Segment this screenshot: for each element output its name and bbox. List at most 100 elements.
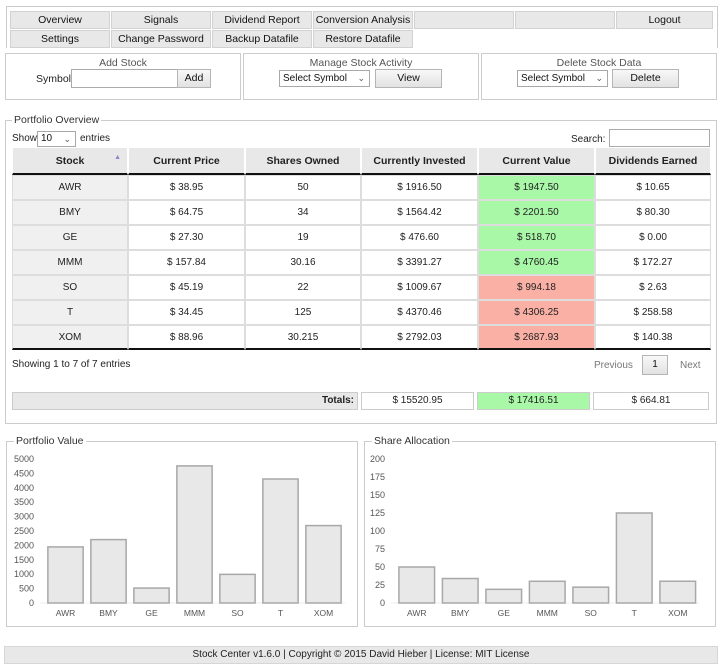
y-tick-label: 150 xyxy=(370,490,385,500)
y-tick-label: 1500 xyxy=(14,555,34,565)
table-row[interactable]: MMM $ 157.84 30.16 $ 3391.27 $ 4760.45 $ 172.… xyxy=(12,250,711,275)
currently-invested-cell: $ 4370.46 xyxy=(361,300,478,325)
column-header-dividends-earned[interactable]: Dividends Earned xyxy=(595,147,711,175)
table-row[interactable]: AWR $ 38.95 50 $ 1916.50 $ 1947.50 $ 10.65 xyxy=(12,175,711,200)
show-label: Show xyxy=(12,133,38,144)
bar-xom[interactable] xyxy=(305,524,342,604)
bar-mmm[interactable] xyxy=(176,465,213,604)
delete-button[interactable]: Delete xyxy=(612,69,679,88)
y-tick-label: 1000 xyxy=(14,569,34,579)
currently-invested-cell: $ 476.60 xyxy=(361,225,478,250)
column-header-current-price[interactable]: Current Price xyxy=(128,147,245,175)
y-tick-label: 0 xyxy=(29,598,34,608)
bar-xom[interactable] xyxy=(659,580,697,604)
nav-empty-1 xyxy=(414,11,514,29)
delete-data-title: Delete Stock Data xyxy=(556,57,642,69)
y-tick-label: 0 xyxy=(380,598,385,608)
delete-symbol-select[interactable]: Select Symbol ⌄ xyxy=(517,70,608,87)
nav-backup-datafile[interactable]: Backup Datafile xyxy=(212,30,312,48)
x-tick-label: BMY xyxy=(451,608,470,618)
column-header-shares-owned[interactable]: Shares Owned xyxy=(245,147,361,175)
nav-logout[interactable]: Logout xyxy=(616,11,713,29)
stock-cell: T xyxy=(12,300,128,325)
y-tick-label: 75 xyxy=(375,544,385,554)
current-value-cell: $ 4306.25 xyxy=(478,300,595,325)
x-tick-label: XOM xyxy=(668,608,687,618)
table-row[interactable]: SO $ 45.19 22 $ 1009.67 $ 994.18 $ 2.63 xyxy=(12,275,711,300)
column-header-stock[interactable]: Stock ▲ xyxy=(12,147,128,175)
view-button[interactable]: View xyxy=(375,69,442,88)
nav-empty-2 xyxy=(515,11,615,29)
nav-overview[interactable]: Overview xyxy=(10,11,110,29)
totals-label: Totals: xyxy=(12,392,358,410)
manage-activity-panel: Manage Stock Activity Select Symbol ⌄ Vi… xyxy=(243,53,479,100)
bar-ge[interactable] xyxy=(133,587,170,604)
currently-invested-cell: $ 1009.67 xyxy=(361,275,478,300)
x-tick-label: SO xyxy=(231,608,244,618)
current-value-cell: $ 2201.50 xyxy=(478,200,595,225)
bar-so[interactable] xyxy=(219,573,256,604)
stock-cell: SO xyxy=(12,275,128,300)
currently-invested-cell: $ 1916.50 xyxy=(361,175,478,200)
current-value-cell: $ 1947.50 xyxy=(478,175,595,200)
y-tick-label: 200 xyxy=(370,454,385,464)
table-row[interactable]: BMY $ 64.75 34 $ 1564.42 $ 2201.50 $ 80.30 xyxy=(12,200,711,225)
nav-signals[interactable]: Signals xyxy=(111,11,211,29)
bar-awr[interactable] xyxy=(47,546,84,604)
total-invested: $ 15520.95 xyxy=(361,392,474,410)
manage-symbol-value: Select Symbol xyxy=(283,73,347,84)
symbol-input[interactable] xyxy=(71,69,178,88)
y-tick-label: 2500 xyxy=(14,526,34,536)
shares-owned-cell: 125 xyxy=(245,300,361,325)
footer: Stock Center v1.6.0 | Copyright © 2015 D… xyxy=(4,646,718,664)
y-tick-label: 50 xyxy=(375,562,385,572)
stock-cell: GE xyxy=(12,225,128,250)
y-tick-label: 4000 xyxy=(14,483,34,493)
x-tick-label: GE xyxy=(498,608,511,618)
x-tick-label: AWR xyxy=(407,608,427,618)
bar-ge[interactable] xyxy=(485,588,523,604)
current-price-cell: $ 38.95 xyxy=(128,175,245,200)
bar-bmy[interactable] xyxy=(90,538,127,604)
dividends-earned-cell: $ 10.65 xyxy=(595,175,711,200)
column-header-current-value[interactable]: Current Value xyxy=(478,147,595,175)
portfolio-value-chart: 0 500 1000 1500 2000 2500 3000 3500 4000 4500 5000… xyxy=(14,454,345,618)
y-tick-label: 25 xyxy=(375,580,385,590)
table-row[interactable]: T $ 34.45 125 $ 4370.46 $ 4306.25 $ 258.58 xyxy=(12,300,711,325)
bar-t[interactable] xyxy=(615,512,653,604)
table-row[interactable]: GE $ 27.30 19 $ 476.60 $ 518.70 $ 0.00 xyxy=(12,225,711,250)
nav-settings[interactable]: Settings xyxy=(10,30,110,48)
page-1-button[interactable]: 1 xyxy=(642,355,668,375)
current-value-cell: $ 4760.45 xyxy=(478,250,595,275)
manage-symbol-select[interactable]: Select Symbol ⌄ xyxy=(279,70,370,87)
current-value-cell: $ 518.70 xyxy=(478,225,595,250)
current-price-cell: $ 45.19 xyxy=(128,275,245,300)
entries-value: 10 xyxy=(41,133,53,144)
nav-dividend-report[interactable]: Dividend Report xyxy=(212,11,312,29)
y-tick-label: 2000 xyxy=(14,540,34,550)
bar-so[interactable] xyxy=(572,586,610,604)
table-row[interactable]: XOM $ 88.96 30.215 $ 2792.03 $ 2687.93 $ 140.… xyxy=(12,325,711,350)
column-header-currently-invested[interactable]: Currently Invested xyxy=(361,147,478,175)
add-stock-button[interactable]: Add xyxy=(177,69,211,88)
bar-mmm[interactable] xyxy=(528,580,566,604)
bar-awr[interactable] xyxy=(398,566,436,604)
stock-cell: XOM xyxy=(12,325,128,350)
x-tick-label: MMM xyxy=(537,608,558,618)
x-tick-label: MMM xyxy=(184,608,205,618)
next-page-button[interactable]: Next xyxy=(680,360,701,371)
sort-ascending-icon: ▲ xyxy=(114,154,121,161)
currently-invested-cell: $ 1564.42 xyxy=(361,200,478,225)
nav-restore-datafile[interactable]: Restore Datafile xyxy=(313,30,413,48)
nav-change-password[interactable]: Change Password xyxy=(111,30,211,48)
search-input[interactable] xyxy=(609,129,710,147)
previous-page-button[interactable]: Previous xyxy=(594,360,633,371)
y-tick-label: 125 xyxy=(370,508,385,518)
shares-owned-cell: 19 xyxy=(245,225,361,250)
nav-conversion-analysis[interactable]: Conversion Analysis xyxy=(313,11,413,29)
entries-select[interactable]: 10 ⌄ xyxy=(37,131,76,147)
bar-bmy[interactable] xyxy=(441,577,479,604)
current-price-cell: $ 27.30 xyxy=(128,225,245,250)
bar-t[interactable] xyxy=(262,478,299,604)
table-info: Showing 1 to 7 of 7 entries xyxy=(12,359,131,370)
